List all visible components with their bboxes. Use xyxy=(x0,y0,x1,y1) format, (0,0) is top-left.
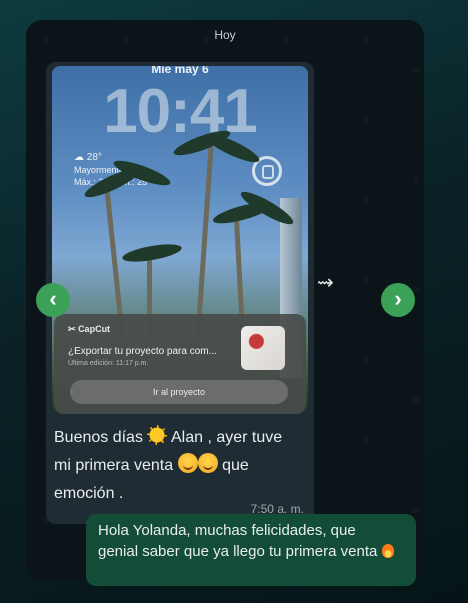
incoming-message[interactable]: Mié may 6 10:41 ☁ 28° Mayormente nubl...… xyxy=(46,62,314,524)
go-to-project-button: Ir al proyecto xyxy=(70,380,288,404)
notification-subtitle: Última edición: 11:17 p.m. xyxy=(68,360,149,367)
blush-emoji-icon xyxy=(177,453,198,473)
fire-emoji-icon xyxy=(381,544,394,558)
lock-date: Mié may 6 xyxy=(151,66,209,76)
notification-title: ¿Exportar tu proyecto para com... xyxy=(68,346,217,357)
next-button[interactable]: › xyxy=(381,283,415,317)
notification-app: ✂ CapCut xyxy=(68,324,111,334)
lock-time: 10:41 xyxy=(103,77,258,146)
screenshot-image[interactable]: Mié may 6 10:41 ☁ 28° Mayormente nubl...… xyxy=(52,66,308,414)
weather-temp: 28° xyxy=(86,152,102,163)
previous-button[interactable]: ‹ xyxy=(36,283,70,317)
chat-panel: Hoy Mié may 6 10:41 ☁ 28° Mayormente nub… xyxy=(26,20,424,580)
sun-emoji-icon xyxy=(147,425,168,445)
capcut-icon: ✂ xyxy=(68,324,76,334)
outgoing-message[interactable]: Hola Yolanda, muchas felicidades, que ge… xyxy=(86,514,416,586)
incoming-message-text: Buenos días Alan , ayer tuve mi primera … xyxy=(54,424,306,508)
capcut-notification: ✂ CapCut ¿Exportar tu proyecto para com.… xyxy=(54,314,306,414)
cloud-icon: ☁ xyxy=(74,152,84,163)
notification-thumbnail xyxy=(241,326,285,370)
outgoing-message-text: Hola Yolanda, muchas felicidades, que ge… xyxy=(98,520,398,562)
date-separator: Hoy xyxy=(214,28,236,42)
forward-icon[interactable]: ⇝ xyxy=(317,270,334,295)
grin-emoji-icon xyxy=(197,453,218,473)
